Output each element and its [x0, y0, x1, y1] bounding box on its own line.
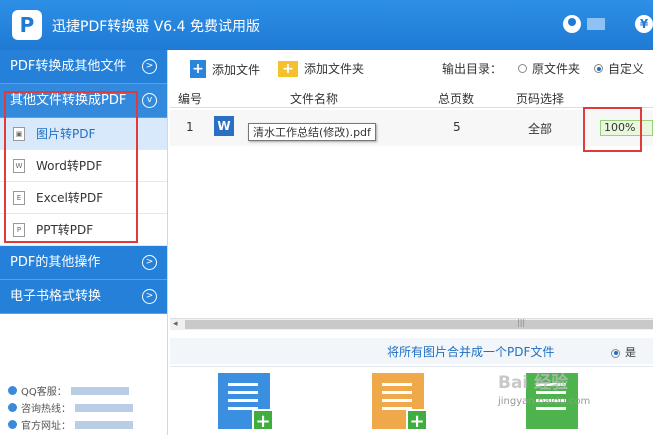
add-folder-large-icon[interactable]: +: [372, 373, 428, 432]
scroll-left-icon[interactable]: ◂: [173, 319, 178, 329]
sidebar-item-excel-to-pdf[interactable]: E Excel转PDF: [0, 182, 167, 214]
merge-label: 将所有图片合并成一个PDF文件: [387, 345, 555, 359]
sidebar-cat-pdf-other-ops[interactable]: PDF的其他操作 >: [0, 246, 167, 280]
ppt-file-icon: P: [13, 223, 25, 237]
sidebar-item-label: Excel转PDF: [36, 191, 104, 205]
qq-icon: [8, 386, 17, 395]
app-title: 迅捷PDF转换器 V6.4 免费试用版: [52, 19, 261, 35]
yen-icon[interactable]: ¥: [635, 15, 653, 33]
radio-original-folder[interactable]: 原文件夹: [518, 60, 580, 77]
word-file-icon: W: [214, 116, 234, 136]
sidebar: PDF转换成其他文件 > 其他文件转换成PDF v ▣ 图片转PDF W Wor…: [0, 50, 168, 435]
app-logo: P: [12, 10, 42, 40]
title-bar: P 迅捷PDF转换器 V6.4 免费试用版 ¥: [0, 0, 653, 50]
cat-label: PDF的其他操作: [10, 255, 101, 270]
radio-label: 自定义: [608, 62, 645, 76]
chevron-right-icon: >: [142, 255, 157, 270]
plus-icon: +: [252, 409, 274, 432]
column-header: 编号: [178, 92, 203, 106]
support-label: 官方网址：: [21, 421, 71, 432]
cat-label: 电子书格式转换: [10, 289, 102, 304]
redacted-value: [75, 403, 133, 412]
radio-selected-icon: [611, 348, 620, 358]
globe-icon: [8, 420, 17, 429]
watermark-url: jingyan.baidu.com: [498, 396, 591, 407]
user-icon[interactable]: [563, 15, 581, 33]
highlight-box: [583, 107, 642, 152]
add-file-icon: +: [190, 60, 206, 78]
sidebar-item-label: 图片转PDF: [36, 127, 96, 141]
sidebar-item-word-to-pdf[interactable]: W Word转PDF: [0, 150, 167, 182]
support-row: 官方网址：: [8, 416, 133, 433]
add-folder-label: 添加文件夹: [304, 62, 365, 76]
radio-custom[interactable]: 自定义: [594, 60, 644, 77]
add-folder-button[interactable]: + 添加文件夹: [278, 60, 364, 77]
sidebar-cat-ebook[interactable]: 电子书格式转换 >: [0, 280, 167, 314]
support-row: QQ客服：: [8, 382, 133, 399]
phone-icon: [8, 403, 17, 412]
column-header: 文件名称: [290, 92, 339, 106]
chevron-right-icon: >: [142, 59, 157, 74]
radio-selected-icon: [594, 64, 603, 73]
excel-file-icon: E: [13, 191, 25, 205]
image-file-icon: ▣: [13, 127, 25, 141]
word-file-icon: W: [13, 159, 25, 173]
radio-label: 是: [625, 346, 636, 359]
support-label: QQ客服：: [21, 387, 67, 398]
output-label-text: 输出目录：: [442, 62, 503, 76]
support-info: QQ客服： 咨询热线： 官方网址：: [8, 382, 133, 433]
sidebar-cat-pdf-to-other[interactable]: PDF转换成其他文件 >: [0, 50, 167, 84]
cat-label: PDF转换成其他文件: [10, 59, 127, 74]
radio-icon: [518, 64, 527, 73]
radio-label: 原文件夹: [532, 62, 581, 76]
row-index: 1: [186, 120, 194, 134]
add-document-icon[interactable]: +: [218, 373, 274, 432]
scrollbar-grip-icon: |||: [517, 318, 526, 327]
merge-option-bar: 将所有图片合并成一个PDF文件 是: [170, 338, 653, 364]
titlebar-actions: ¥: [563, 12, 653, 36]
table-row[interactable]: 1 W 清水工作总结(修改).pdf 5 全部 100%: [170, 110, 653, 146]
sidebar-item-ppt-to-pdf[interactable]: P PPT转PDF: [0, 214, 167, 246]
support-label: 咨询热线：: [21, 404, 71, 415]
scrollbar-thumb[interactable]: [185, 320, 653, 329]
output-dir-label: 输出目录：: [442, 60, 502, 77]
horizontal-scrollbar[interactable]: ◂ |||: [170, 318, 653, 330]
toolbar: + 添加文件 + 添加文件夹 输出目录： 原文件夹 自定义: [170, 56, 653, 86]
support-row: 咨询热线：: [8, 399, 133, 416]
redacted-value: [75, 420, 133, 429]
column-header: 页码选择: [516, 92, 565, 106]
page-range-select[interactable]: 全部: [528, 120, 552, 137]
add-folder-icon: +: [278, 60, 298, 77]
add-file-label: 添加文件: [212, 62, 261, 77]
user-name-redacted: [587, 18, 605, 30]
redacted-value: [70, 386, 129, 395]
chevron-down-icon: v: [142, 93, 157, 108]
sidebar-item-image-to-pdf[interactable]: ▣ 图片转PDF: [0, 118, 167, 150]
filename-tooltip: 清水工作总结(修改).pdf: [248, 123, 376, 141]
merge-yes-radio[interactable]: 是: [611, 344, 636, 360]
add-file-button[interactable]: + 添加文件: [190, 60, 260, 78]
chevron-right-icon: >: [142, 289, 157, 304]
row-pages: 5: [453, 120, 461, 134]
plus-icon: +: [406, 409, 428, 432]
sidebar-item-label: PPT转PDF: [36, 223, 94, 237]
table-header: 编号 文件名称 总页数 页码选择: [170, 88, 653, 108]
sidebar-cat-other-to-pdf[interactable]: 其他文件转换成PDF v: [0, 84, 167, 118]
cat-label: 其他文件转换成PDF: [10, 93, 127, 108]
column-header: 总页数: [438, 92, 475, 106]
sidebar-item-label: Word转PDF: [36, 159, 103, 173]
watermark: Bai 经验: [498, 373, 569, 393]
